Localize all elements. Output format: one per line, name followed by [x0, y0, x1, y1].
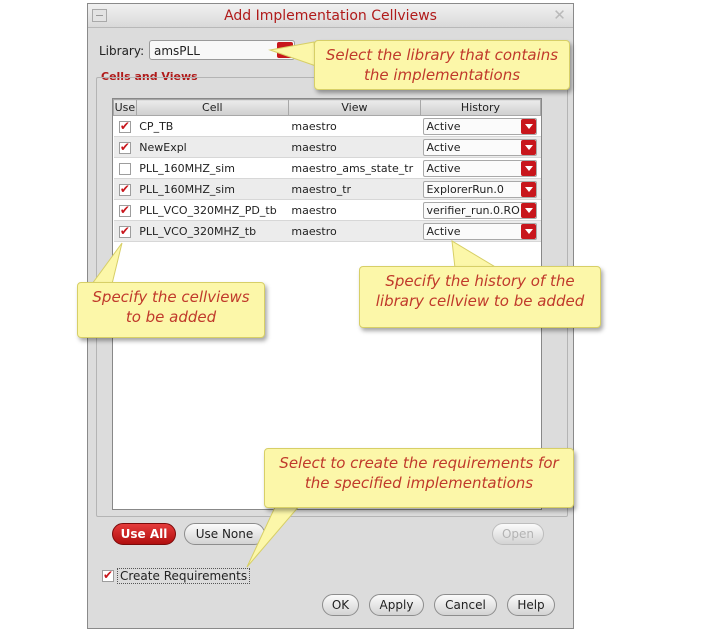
callout-library: Select the library that contains the imp…	[314, 40, 570, 90]
callout-cellviews: Specify the cellviews to be added	[77, 282, 265, 338]
callout-requirements: Select to create the requirements for th…	[264, 448, 574, 508]
callout-pointer-cellviews	[91, 242, 123, 285]
callout-history: Specify the history of the library cellv…	[359, 266, 601, 328]
callout-pointer-history	[451, 240, 499, 269]
callout-pointer-library	[268, 41, 317, 67]
callout-pointer-requirements	[246, 504, 302, 568]
